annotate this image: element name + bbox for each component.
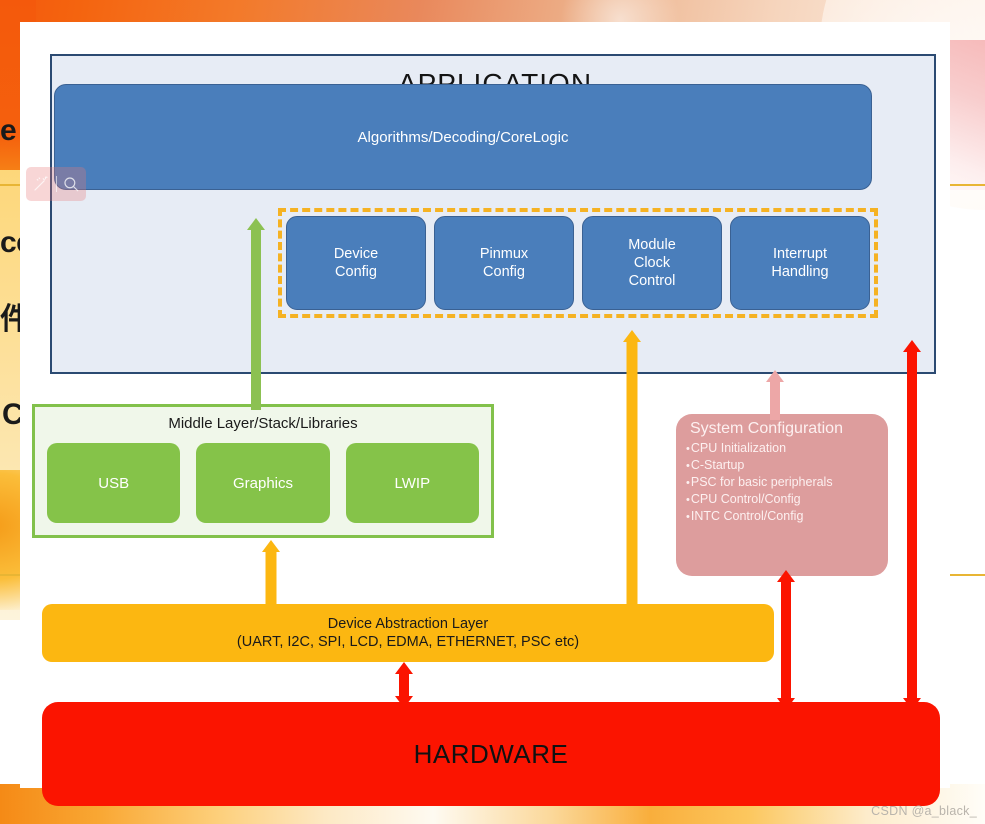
lwip-box: LWIP (345, 443, 479, 523)
usb-box: USB (47, 443, 181, 523)
middle-layer-boxes-row: USB Graphics LWIP (47, 443, 479, 523)
arrow-shaft (770, 381, 780, 420)
arrow-head-down-icon (777, 698, 795, 710)
magic-wand-icon[interactable] (31, 174, 51, 194)
device-abstraction-layer-title: Device Abstraction Layer (327, 616, 489, 632)
system-configuration-panel: System Configuration CPU Initialization … (676, 414, 888, 576)
image-tools-overlay[interactable] (26, 167, 86, 201)
arrow-shaft (399, 673, 409, 697)
arrow-hardware-to-dal (392, 662, 416, 708)
middle-layer-title: Middle Layer/Stack/Libraries (168, 415, 358, 432)
arrow-head-down-icon (395, 696, 413, 708)
core-logic-label: Algorithms/Decoding/CoreLogic (357, 128, 569, 146)
arrow-dal-to-middle-layer (260, 540, 282, 608)
graphics-box: Graphics (196, 443, 330, 523)
arrow-shaft (781, 581, 791, 698)
arrow-hardware-to-interrupt-handling (900, 340, 924, 710)
module-clock-control-box: Module Clock Control (582, 216, 722, 310)
arrow-shaft (265, 551, 277, 608)
system-configuration-title: System Configuration (690, 420, 843, 437)
hardware-panel: HARDWARE (42, 702, 940, 806)
screenshot-stage: e ce 件 C APPLICATION Algorithms/Decoding… (0, 0, 985, 824)
watermark: CSDN @a_black_ (871, 804, 977, 818)
system-configuration-list: CPU Initialization C-Startup PSC for bas… (686, 440, 884, 524)
device-config-box: Device Config (286, 216, 426, 310)
toolbar-divider (55, 176, 57, 192)
interrupt-handling-box: Interrupt Handling (730, 216, 870, 310)
system-configuration-item: PSC for basic peripherals (686, 474, 884, 491)
system-configuration-item: INTC Control/Config (686, 508, 884, 525)
arrow-shaft (626, 341, 638, 608)
system-configuration-item: CPU Initialization (686, 440, 884, 457)
system-configuration-item: CPU Control/Config (686, 491, 884, 508)
system-configuration-item: C-Startup (686, 457, 884, 474)
device-abstraction-layer-panel: Device Abstraction Layer (UART, I2C, SPI… (42, 604, 774, 662)
core-logic-box: Algorithms/Decoding/CoreLogic (54, 84, 872, 190)
arrow-system-config-to-application (764, 370, 786, 420)
middle-layer-panel: Middle Layer/Stack/Libraries USB Graphic… (32, 404, 494, 538)
pinmux-config-box: Pinmux Config (434, 216, 574, 310)
arrow-middle-layer-to-core-logic (245, 218, 267, 410)
arrow-head-down-icon (903, 698, 921, 710)
hardware-label: HARDWARE (413, 738, 569, 769)
device-abstraction-layer-subtitle: (UART, I2C, SPI, LCD, EDMA, ETHERNET, PS… (236, 634, 580, 650)
diagram-card: APPLICATION Algorithms/Decoding/CoreLogi… (20, 22, 950, 806)
arrow-shaft (251, 229, 261, 410)
arrow-hardware-to-system-config (774, 570, 798, 710)
background-text-fragment: e (0, 114, 17, 147)
config-boxes-row: Device Config Pinmux Config Module Clock… (286, 216, 870, 310)
arrow-shaft (907, 351, 917, 698)
arrow-dal-to-module-clock-control (621, 330, 643, 608)
magnifier-icon[interactable] (61, 174, 81, 194)
